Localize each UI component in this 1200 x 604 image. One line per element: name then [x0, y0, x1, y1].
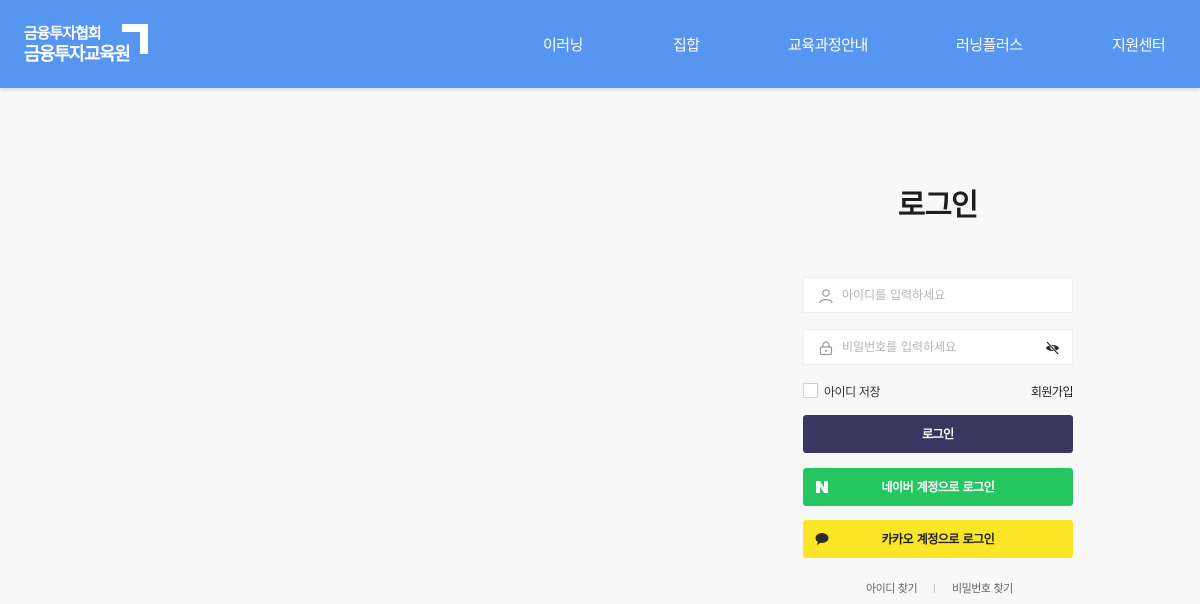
login-button[interactable]: 로그인: [803, 415, 1073, 453]
save-id-row: 아이디 저장 회원가입: [803, 382, 1074, 400]
naver-login-label: 네이버 계정으로 로그인: [881, 480, 995, 494]
link-divider: [934, 584, 935, 593]
find-password-link[interactable]: 비밀번호 찾기: [952, 580, 1013, 596]
signup-link[interactable]: 회원가입: [1031, 383, 1074, 400]
eye-slash-icon[interactable]: [1045, 341, 1060, 355]
nav-item-elearning[interactable]: 이러닝: [543, 34, 583, 55]
naver-login-button[interactable]: 네이버 계정으로 로그인: [803, 468, 1073, 506]
save-id-label[interactable]: 아이디 저장: [824, 383, 881, 400]
id-input[interactable]: [842, 278, 1042, 312]
login-button-label: 로그인: [922, 427, 954, 441]
password-input[interactable]: [842, 330, 1042, 364]
lock-icon: [819, 341, 833, 356]
nav-item-support-center[interactable]: 지원센터: [1112, 34, 1166, 55]
kakao-login-button[interactable]: 카카오 계정으로 로그인: [803, 520, 1073, 558]
nav-item-course-guide[interactable]: 교육과정안내: [788, 34, 868, 55]
nav-item-learning-plus[interactable]: 러닝플러스: [956, 34, 1023, 55]
password-field: [803, 329, 1073, 365]
login-title: 로그인: [898, 188, 979, 223]
site-header: 금융투자협회 금융투자교육원 이러닝 집합 교육과정안내 러닝플러스 지원센터: [0, 0, 1200, 88]
find-account-links: 아이디 찾기 비밀번호 찾기: [803, 580, 1073, 596]
main-nav: 이러닝 집합 교육과정안내 러닝플러스 지원센터: [0, 0, 1200, 88]
id-field: [803, 277, 1073, 313]
find-id-link[interactable]: 아이디 찾기: [866, 580, 918, 596]
kakao-login-label: 카카오 계정으로 로그인: [881, 532, 995, 546]
user-icon: [819, 289, 833, 304]
save-id-checkbox[interactable]: [803, 383, 818, 398]
nav-item-classroom[interactable]: 집합: [673, 34, 700, 55]
